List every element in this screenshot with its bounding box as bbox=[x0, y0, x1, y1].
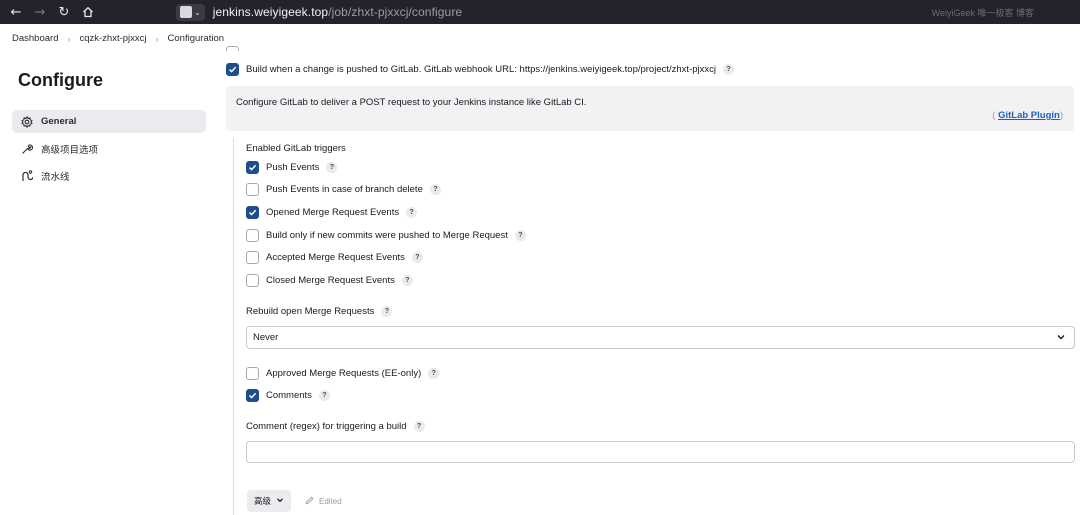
home-icon[interactable] bbox=[76, 0, 100, 24]
comment-regex-label-row: Comment (regex) for triggering a build ? bbox=[246, 421, 425, 432]
trigger-push-branch-delete: Push Events in case of branch delete ? bbox=[246, 183, 441, 196]
previous-option-cutoff bbox=[226, 46, 296, 51]
chevron-down-icon: ⌄ bbox=[194, 7, 201, 17]
trigger-accepted-merge-request: Accepted Merge Request Events ? bbox=[246, 251, 423, 264]
pencil-icon bbox=[305, 496, 314, 507]
section-divider bbox=[233, 138, 234, 515]
trigger-opened-merge-request: Opened Merge Request Events ? bbox=[246, 206, 418, 219]
edited-label: Edited bbox=[319, 497, 342, 506]
build-on-push-checkbox[interactable] bbox=[226, 63, 239, 76]
advanced-button[interactable]: 高级 bbox=[247, 490, 291, 512]
breadcrumb-configuration[interactable]: Configuration bbox=[168, 33, 225, 44]
sidebar-item-pipeline[interactable]: 流水线 bbox=[12, 164, 206, 187]
url-host: jenkins.weiyigeek.top bbox=[212, 5, 329, 19]
browser-toolbar: ← → ↻ ⌄ jenkins.weiyigeek.top/job/zhxt-p… bbox=[0, 0, 1080, 24]
edited-indicator: Edited bbox=[305, 496, 342, 507]
push-events-checkbox[interactable] bbox=[246, 161, 259, 174]
trigger-label: Push Events in case of branch delete bbox=[266, 184, 423, 195]
trigger-label: Accepted Merge Request Events bbox=[266, 252, 405, 263]
help-icon[interactable]: ? bbox=[381, 306, 393, 317]
option-label: Comments bbox=[266, 390, 312, 401]
watermark: WeiyiGeek 唯一极客 博客 bbox=[931, 8, 1034, 18]
gitlab-info-text: Configure GitLab to deliver a POST reque… bbox=[236, 97, 587, 108]
breadcrumb-job[interactable]: cqzk-zhxt-pjxxcj bbox=[79, 33, 146, 44]
sidebar-item-label: 高级项目选项 bbox=[41, 144, 99, 156]
breadcrumb-dashboard[interactable]: Dashboard bbox=[12, 33, 58, 44]
breadcrumb: Dashboard › cqzk-zhxt-pjxxcj › Configura… bbox=[0, 24, 1080, 53]
wrench-icon bbox=[21, 143, 33, 155]
build-on-push-label: Build when a change is pushed to GitLab.… bbox=[246, 64, 716, 75]
rebuild-select[interactable]: Never bbox=[246, 326, 1075, 349]
approved-merge-requests-checkbox[interactable] bbox=[246, 367, 259, 380]
paren-close: ) bbox=[1059, 110, 1063, 121]
sidebar-item-general[interactable]: General bbox=[12, 110, 206, 133]
chevron-down-icon bbox=[276, 496, 284, 506]
build-on-push-option: Build when a change is pushed to GitLab.… bbox=[226, 63, 734, 76]
help-icon[interactable]: ? bbox=[318, 390, 330, 401]
gitlab-plugin-link[interactable]: GitLab Plugin bbox=[998, 110, 1060, 121]
option-label: Approved Merge Requests (EE-only) bbox=[266, 368, 422, 379]
comment-regex-input[interactable] bbox=[246, 441, 1075, 463]
rebuild-label: Rebuild open Merge Requests bbox=[246, 306, 375, 317]
option-comments: Comments ? bbox=[246, 389, 330, 402]
pipeline-icon bbox=[21, 169, 33, 182]
comments-checkbox[interactable] bbox=[246, 389, 259, 402]
help-icon[interactable]: ? bbox=[326, 162, 338, 173]
gear-icon bbox=[21, 115, 33, 128]
breadcrumb-separator-icon: › bbox=[67, 33, 71, 44]
chevron-down-icon bbox=[1056, 332, 1066, 345]
breadcrumb-separator-icon: › bbox=[155, 33, 159, 44]
gitlab-info-box: Configure GitLab to deliver a POST reque… bbox=[226, 86, 1074, 131]
triggers-heading: Enabled GitLab triggers bbox=[246, 143, 346, 154]
help-icon[interactable]: ? bbox=[514, 230, 526, 241]
reload-icon[interactable]: ↻ bbox=[52, 0, 76, 24]
new-commits-merge-request-checkbox[interactable] bbox=[246, 229, 259, 242]
option-approved-merge-requests: Approved Merge Requests (EE-only) ? bbox=[246, 367, 440, 380]
url-path: /job/zhxt-pjxxcj/configure bbox=[328, 5, 463, 19]
paren-open: ( bbox=[992, 110, 996, 121]
sidebar-item-label: General bbox=[41, 116, 77, 127]
page-title: Configure bbox=[18, 70, 103, 90]
help-icon[interactable]: ? bbox=[401, 275, 413, 286]
sidebar-item-advanced-project-options[interactable]: 高级项目选项 bbox=[12, 137, 206, 160]
site-info-button[interactable]: ⌄ bbox=[176, 3, 205, 21]
back-arrow-icon[interactable]: ← bbox=[4, 0, 28, 24]
opened-merge-request-checkbox[interactable] bbox=[246, 206, 259, 219]
sidebar-item-label: 流水线 bbox=[41, 171, 70, 183]
trigger-label: Build only if new commits were pushed to… bbox=[266, 230, 508, 241]
help-icon[interactable]: ? bbox=[429, 184, 441, 195]
gitlab-plugin-reference: ( GitLab Plugin) bbox=[992, 110, 1063, 121]
comment-regex-label: Comment (regex) for triggering a build bbox=[246, 421, 407, 432]
help-icon[interactable]: ? bbox=[406, 207, 418, 218]
help-icon[interactable]: ? bbox=[428, 368, 440, 379]
help-icon[interactable]: ? bbox=[411, 252, 423, 263]
site-favicon-icon bbox=[180, 6, 192, 18]
rebuild-label-row: Rebuild open Merge Requests ? bbox=[246, 306, 393, 317]
trigger-push-events: Push Events ? bbox=[246, 161, 338, 174]
checkbox[interactable] bbox=[226, 46, 239, 51]
closed-merge-request-checkbox[interactable] bbox=[246, 274, 259, 287]
trigger-closed-merge-request: Closed Merge Request Events ? bbox=[246, 274, 413, 287]
address-bar[interactable]: jenkins.weiyigeek.top/job/zhxt-pjxxcj/co… bbox=[213, 5, 463, 19]
accepted-merge-request-checkbox[interactable] bbox=[246, 251, 259, 264]
trigger-new-commits-merge-request: Build only if new commits were pushed to… bbox=[246, 229, 526, 242]
push-branch-delete-checkbox[interactable] bbox=[246, 183, 259, 196]
advanced-label: 高级 bbox=[253, 496, 271, 506]
help-icon[interactable]: ? bbox=[722, 64, 734, 75]
trigger-label: Closed Merge Request Events bbox=[266, 275, 395, 286]
trigger-label: Opened Merge Request Events bbox=[266, 207, 400, 218]
forward-arrow-icon[interactable]: → bbox=[28, 0, 52, 24]
help-icon[interactable]: ? bbox=[413, 421, 425, 432]
trigger-label: Push Events bbox=[266, 162, 320, 173]
rebuild-select-value: Never bbox=[253, 332, 279, 343]
